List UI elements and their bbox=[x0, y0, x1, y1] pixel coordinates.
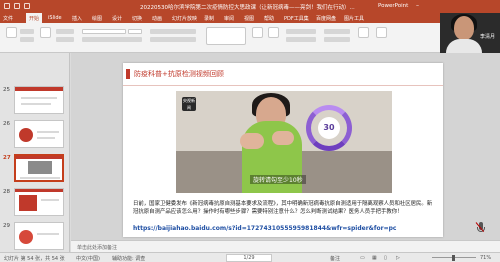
cut-button[interactable] bbox=[20, 29, 34, 34]
thumbnail-number: 27 bbox=[3, 155, 11, 161]
slide-title[interactable]: 防疫科普+抗原检测视频回顾 bbox=[134, 69, 224, 79]
paragraph-buttons[interactable] bbox=[150, 29, 196, 34]
tab-file[interactable]: 文件 bbox=[3, 15, 13, 22]
microphone-muted-icon[interactable] bbox=[475, 222, 486, 236]
quick-styles-button[interactable] bbox=[268, 27, 279, 38]
tab-design[interactable]: 设计 bbox=[112, 15, 122, 22]
accessibility-status[interactable]: 辅助功能: 调查 bbox=[112, 255, 145, 262]
save-icon[interactable] bbox=[4, 3, 10, 9]
tab-animations[interactable]: 动画 bbox=[152, 15, 162, 22]
find-button[interactable] bbox=[324, 29, 350, 34]
thumbnail-slide[interactable]: 26 bbox=[0, 119, 70, 153]
tab-draw[interactable]: 绘图 bbox=[92, 15, 102, 22]
source-link[interactable]: https://baijiahao.baidu.com/s?id=1727431… bbox=[133, 225, 396, 232]
tab-review[interactable]: 审阅 bbox=[224, 15, 234, 22]
thumbnail-slide[interactable]: 28 bbox=[0, 187, 70, 221]
thumbnail-slide[interactable]: 29 bbox=[0, 221, 70, 255]
ribbon-tabs: 文件 开始 iSlide 插入 绘图 设计 切换 动画 幻灯片放映 录制 审阅 … bbox=[0, 13, 500, 23]
paste-button[interactable] bbox=[6, 27, 17, 38]
slide-canvas: 防疫科普+抗原检测视频回顾 央视新闻 30 旋转请勾至少10秒 日前，国家卫健委… bbox=[71, 53, 500, 240]
thumbnail-image[interactable] bbox=[14, 188, 64, 216]
slide-thumbnails-panel: 25 26 27 28 29 bbox=[0, 53, 70, 252]
thumbnail-slide[interactable]: 25 bbox=[0, 85, 70, 119]
copy-button[interactable] bbox=[20, 37, 34, 42]
title-divider bbox=[123, 85, 443, 86]
app-name: PowerPoint bbox=[378, 3, 409, 9]
slide-body-text[interactable]: 日前，国家卫健委发布《新冠病毒抗原自测基本要求及流程》，其中明确新冠病毒抗原自测… bbox=[133, 200, 435, 216]
zoom-level[interactable]: 71% bbox=[480, 255, 491, 261]
tab-view[interactable]: 视图 bbox=[244, 15, 254, 22]
shape-fill-button[interactable] bbox=[286, 29, 316, 34]
shapes-gallery[interactable] bbox=[206, 27, 246, 45]
tab-pdf-tools[interactable]: PDF工具集 bbox=[284, 15, 309, 22]
video-player[interactable]: 央视新闻 30 旋转请勾至少10秒 bbox=[176, 91, 392, 193]
slideshow-icon[interactable]: ▷ bbox=[396, 255, 400, 261]
slide-counter: 幻灯片 第 54 张，共 54 张 bbox=[4, 256, 65, 262]
ribbon-toolbar bbox=[0, 23, 440, 53]
alignment-buttons[interactable] bbox=[150, 37, 196, 42]
thumbnail-image[interactable] bbox=[14, 222, 64, 250]
tab-baidu-netdisk[interactable]: 百度网盘 bbox=[316, 15, 336, 22]
language-indicator[interactable]: 中文(中国) bbox=[76, 255, 100, 262]
tab-transitions[interactable]: 切换 bbox=[132, 15, 142, 22]
notes-toggle-button[interactable]: 备注 bbox=[330, 255, 340, 262]
thumbnail-image[interactable] bbox=[14, 86, 64, 114]
thumbnail-image[interactable] bbox=[14, 120, 64, 148]
reading-view-icon[interactable]: ▯ bbox=[384, 255, 387, 261]
tab-picture-tools[interactable]: 图片工具 bbox=[344, 15, 364, 22]
tab-islide[interactable]: iSlide bbox=[48, 15, 62, 21]
thumbnail-number: 26 bbox=[3, 121, 10, 127]
person-hand bbox=[240, 133, 264, 149]
document-title: 20220530哈尔滨学院第二次疫情防控大思政课（让新冠病毒——亮剑！我们在行动… bbox=[140, 5, 355, 11]
status-bar: 幻灯片 第 54 张，共 54 张 中文(中国) 辅助功能: 调查 1/29 备… bbox=[0, 252, 500, 262]
notes-pane[interactable]: 单击此处添加备注 bbox=[71, 240, 500, 252]
tab-record[interactable]: 录制 bbox=[204, 15, 214, 22]
font-size-select[interactable] bbox=[128, 29, 142, 34]
powerpoint-window: 20220530哈尔滨学院第二次疫情防控大思政课（让新冠病毒——亮剑！我们在行动… bbox=[0, 0, 500, 262]
tab-home[interactable]: 开始 bbox=[26, 13, 43, 23]
thumbnail-number: 29 bbox=[3, 223, 10, 229]
reset-button[interactable] bbox=[56, 37, 74, 42]
notes-placeholder[interactable]: 单击此处添加备注 bbox=[77, 244, 117, 251]
presenter-face bbox=[454, 16, 474, 40]
undo-icon[interactable] bbox=[14, 3, 20, 9]
video-subtitle: 旋转请勾至少10秒 bbox=[250, 175, 306, 184]
font-format-buttons[interactable] bbox=[82, 37, 142, 42]
designer-button[interactable] bbox=[376, 27, 387, 38]
minimize-icon[interactable]: – bbox=[416, 2, 419, 9]
dictate-button[interactable] bbox=[358, 27, 369, 38]
font-name-select[interactable] bbox=[82, 29, 126, 34]
redo-icon[interactable] bbox=[24, 3, 30, 9]
slide[interactable]: 防疫科普+抗原检测视频回顾 央视新闻 30 旋转请勾至少10秒 日前，国家卫健委… bbox=[123, 63, 443, 237]
quick-access-toolbar bbox=[4, 3, 30, 9]
video-logo: 央视新闻 bbox=[182, 97, 196, 111]
layout-button[interactable] bbox=[56, 29, 74, 34]
arrange-button[interactable] bbox=[252, 27, 263, 38]
tab-insert[interactable]: 插入 bbox=[72, 15, 82, 22]
title-bar: 20220530哈尔滨学院第二次疫情防控大思政课（让新冠病毒——亮剑！我们在行动… bbox=[0, 0, 500, 13]
thumbnail-slide-selected[interactable]: 27 bbox=[0, 153, 70, 187]
tab-slideshow[interactable]: 幻灯片放映 bbox=[172, 15, 197, 22]
zoom-slider-handle[interactable] bbox=[452, 255, 455, 261]
timer-badge: 30 bbox=[318, 117, 340, 139]
shape-outline-button[interactable] bbox=[286, 37, 316, 42]
slide-sorter-icon[interactable]: ▦ bbox=[372, 255, 377, 261]
thumbnail-number: 28 bbox=[3, 189, 10, 195]
presenter-name: 李清月 bbox=[480, 34, 496, 40]
thumbnail-number: 25 bbox=[3, 87, 10, 93]
page-indicator[interactable]: 1/29 bbox=[226, 254, 272, 262]
replace-button[interactable] bbox=[324, 37, 350, 42]
tab-help[interactable]: 帮助 bbox=[264, 15, 274, 22]
person-hand bbox=[272, 131, 294, 145]
new-slide-button[interactable] bbox=[40, 27, 51, 38]
title-accent-bar bbox=[126, 69, 130, 79]
normal-view-icon[interactable]: ▭ bbox=[360, 255, 365, 261]
thumbnail-image[interactable] bbox=[14, 154, 64, 182]
